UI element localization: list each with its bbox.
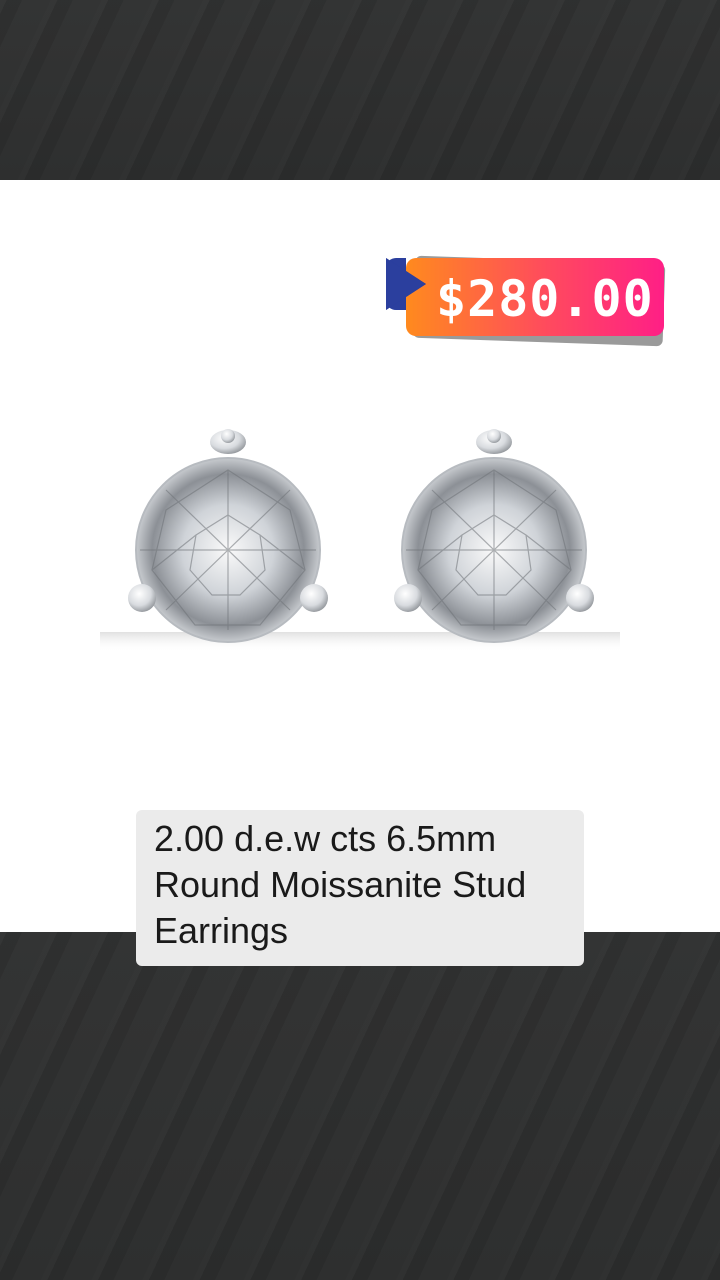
earring-left xyxy=(128,429,328,643)
background-bottom xyxy=(0,932,720,1280)
earring-right xyxy=(394,429,594,643)
product-title: 2.00 d.e.w cts 6.5mm Round Moissanite St… xyxy=(154,818,527,951)
product-title-box: 2.00 d.e.w cts 6.5mm Round Moissanite St… xyxy=(136,810,584,966)
play-icon xyxy=(386,258,426,310)
background-top xyxy=(0,0,720,180)
price-tag: $280.00 xyxy=(384,248,668,348)
floor-shadow xyxy=(100,632,620,652)
earrings-image xyxy=(100,429,620,652)
price-label: $280.00 xyxy=(436,270,654,328)
